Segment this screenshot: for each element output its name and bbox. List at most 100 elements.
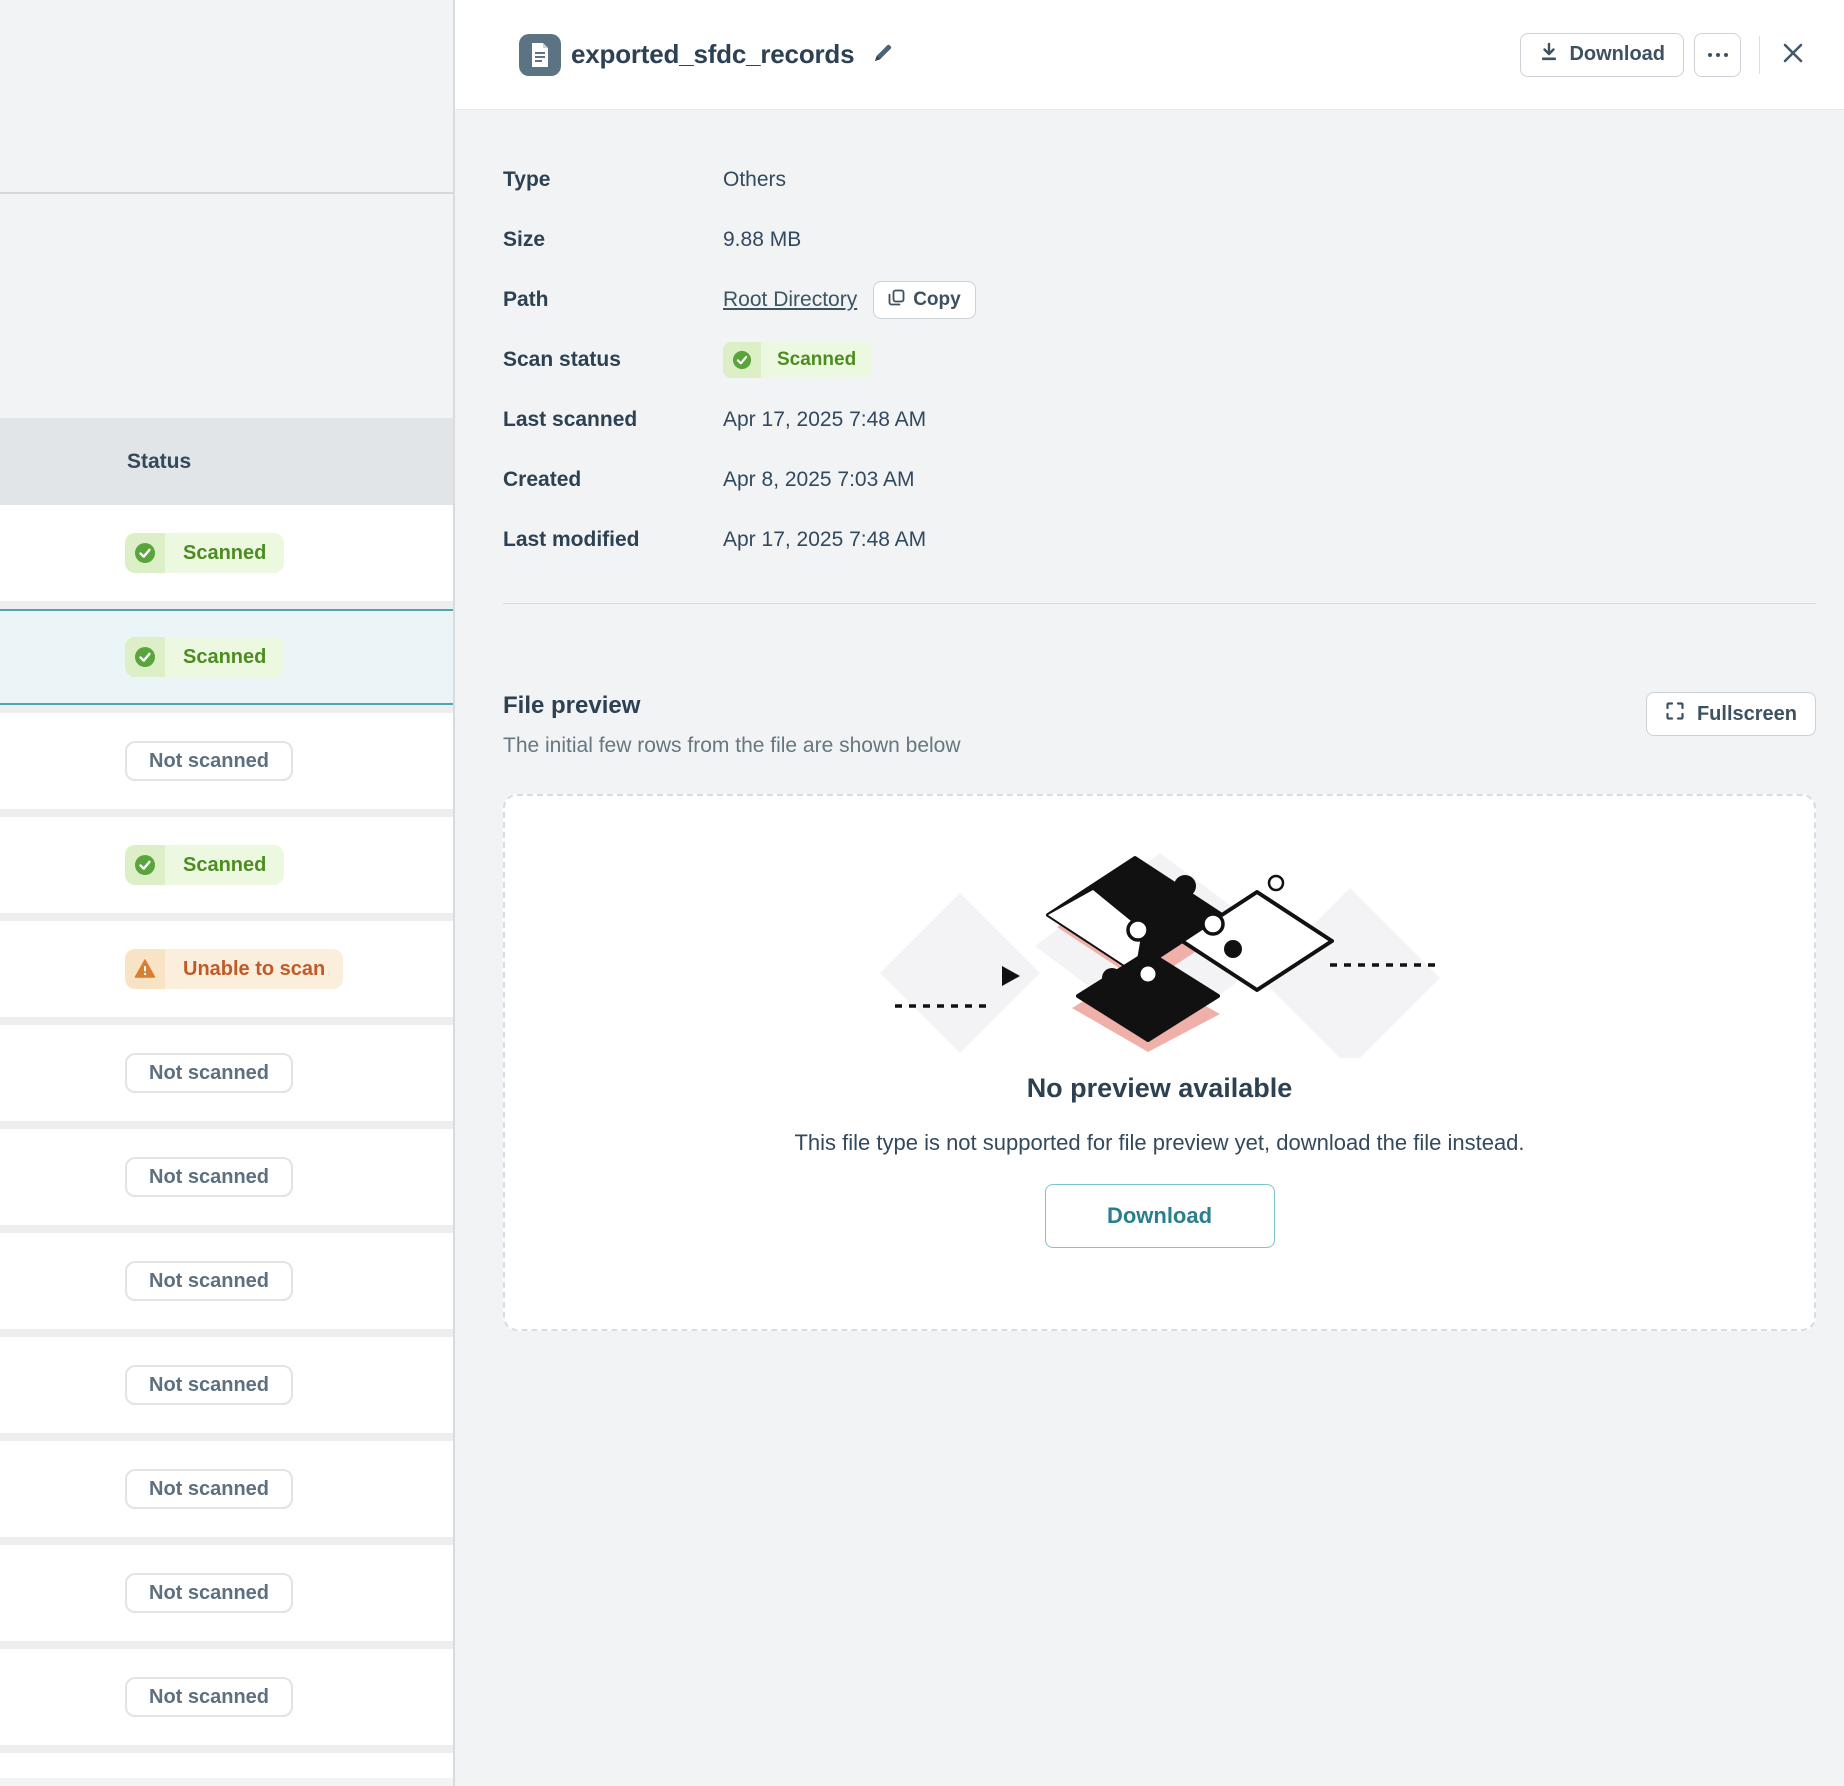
detail-value: Apr 8, 2025 7:03 AM — [723, 468, 914, 492]
close-icon — [1778, 38, 1808, 71]
check-circle-icon — [723, 342, 761, 378]
status-badge-scanned: Scanned — [125, 637, 284, 677]
puzzle-illustration — [880, 828, 1440, 1058]
copy-icon — [888, 289, 905, 312]
copy-button-label: Copy — [913, 289, 961, 311]
table-row[interactable]: Not scanned — [0, 1337, 453, 1433]
status-badge-not-scanned: Not scanned — [125, 1677, 293, 1717]
detail-label: Size — [503, 228, 723, 252]
status-badge-label: Scanned — [165, 637, 284, 677]
scan-status-badge-label: Scanned — [761, 342, 872, 378]
status-badge-not-scanned: Not scanned — [125, 1573, 293, 1613]
status-badge-label: Not scanned — [149, 1478, 269, 1501]
status-column-label: Status — [127, 450, 191, 474]
status-badge-not-scanned: Not scanned — [125, 1157, 293, 1197]
table-rows: Scanned Scanned Not scanned — [0, 505, 453, 1778]
table-row[interactable]: Not scanned — [0, 1545, 453, 1641]
detail-label: Last modified — [503, 528, 723, 552]
status-badge-label: Not scanned — [149, 1062, 269, 1085]
table-row[interactable]: Not scanned — [0, 1129, 453, 1225]
status-badge-not-scanned: Not scanned — [125, 1469, 293, 1509]
detail-row-size: Size 9.88 MB — [503, 210, 1816, 270]
root-directory-link[interactable]: Root Directory — [723, 288, 857, 312]
status-column-header[interactable]: Status — [0, 418, 453, 505]
detail-value: Apr 17, 2025 7:48 AM — [723, 528, 926, 552]
file-preview-subtitle: The initial few rows from the file are s… — [503, 734, 961, 758]
check-circle-icon — [125, 637, 165, 677]
status-badge-label: Scanned — [165, 845, 284, 885]
table-row[interactable]: Not scanned — [0, 1233, 453, 1329]
file-details-panel: exported_sfdc_records Download — [455, 0, 1844, 1786]
detail-row-last-modified: Last modified Apr 17, 2025 7:48 AM — [503, 510, 1816, 570]
status-badge-not-scanned: Not scanned — [125, 741, 293, 781]
table-row[interactable]: Not scanned — [0, 1025, 453, 1121]
panel-content: Type Others Size 9.88 MB Path Root Direc… — [455, 110, 1844, 1331]
download-button-label: Download — [1569, 43, 1665, 66]
status-badge-scanned: Scanned — [125, 533, 284, 573]
ellipsis-icon — [1708, 53, 1728, 57]
fullscreen-button[interactable]: Fullscreen — [1646, 692, 1816, 736]
status-badge-label: Not scanned — [149, 1582, 269, 1605]
file-preview-title: File preview — [503, 692, 961, 720]
status-badge-not-scanned: Not scanned — [125, 1365, 293, 1405]
fullscreen-icon — [1665, 701, 1685, 727]
table-row[interactable]: Unable to scan — [0, 921, 453, 1017]
detail-row-last-scanned: Last scanned Apr 17, 2025 7:48 AM — [503, 390, 1816, 450]
files-table-partial: Status Scanned Scanned — [0, 0, 453, 1786]
detail-row-created: Created Apr 8, 2025 7:03 AM — [503, 450, 1816, 510]
table-top-divider — [0, 192, 453, 194]
status-badge-label: Unable to scan — [165, 949, 343, 989]
detail-label: Created — [503, 468, 723, 492]
file-preview-empty-state: No preview available This file type is n… — [503, 794, 1816, 1331]
file-details: Type Others Size 9.88 MB Path Root Direc… — [503, 150, 1816, 570]
close-panel-button[interactable] — [1774, 34, 1812, 75]
table-row-partial — [0, 1753, 453, 1778]
status-badge-scanned: Scanned — [125, 845, 284, 885]
detail-row-type: Type Others — [503, 150, 1816, 210]
file-icon — [519, 34, 561, 76]
header-divider — [1759, 36, 1760, 74]
table-row[interactable]: Scanned — [0, 817, 453, 913]
check-circle-icon — [125, 533, 165, 573]
status-badge-unable-to-scan: Unable to scan — [125, 949, 343, 989]
table-row[interactable]: Scanned — [0, 505, 453, 601]
detail-value: Apr 17, 2025 7:48 AM — [723, 408, 926, 432]
scan-status-badge: Scanned — [723, 342, 872, 378]
preview-download-button[interactable]: Download — [1045, 1184, 1275, 1248]
detail-label: Scan status — [503, 348, 723, 372]
table-row[interactable]: Not scanned — [0, 1441, 453, 1537]
detail-value: Others — [723, 168, 786, 192]
table-row[interactable]: Not scanned — [0, 1649, 453, 1745]
table-row-selected[interactable]: Scanned — [0, 609, 453, 705]
copy-path-button[interactable]: Copy — [873, 281, 976, 319]
status-badge-label: Not scanned — [149, 1686, 269, 1709]
download-icon — [1539, 42, 1559, 68]
header-actions: Download — [1520, 33, 1812, 77]
status-badge-label: Scanned — [165, 533, 284, 573]
detail-label: Type — [503, 168, 723, 192]
more-actions-button[interactable] — [1694, 33, 1741, 77]
panel-header: exported_sfdc_records Download — [455, 0, 1844, 110]
edit-title-button[interactable] — [872, 42, 894, 67]
file-preview-header: File preview The initial few rows from t… — [503, 692, 1816, 758]
warning-triangle-icon — [125, 949, 165, 989]
fullscreen-button-label: Fullscreen — [1697, 703, 1797, 726]
status-badge-label: Not scanned — [149, 750, 269, 773]
file-title: exported_sfdc_records — [571, 39, 854, 70]
table-row[interactable]: Not scanned — [0, 713, 453, 809]
status-badge-label: Not scanned — [149, 1166, 269, 1189]
download-button[interactable]: Download — [1520, 33, 1684, 77]
status-badge-not-scanned: Not scanned — [125, 1261, 293, 1301]
detail-row-scan-status: Scan status Scanned — [503, 330, 1816, 390]
check-circle-icon — [125, 845, 165, 885]
detail-row-path: Path Root Directory Copy — [503, 270, 1816, 330]
status-badge-label: Not scanned — [149, 1270, 269, 1293]
status-badge-not-scanned: Not scanned — [125, 1053, 293, 1093]
file-preview-titles: File preview The initial few rows from t… — [503, 692, 961, 758]
no-preview-message: This file type is not supported for file… — [794, 1130, 1524, 1156]
section-divider — [503, 603, 1816, 604]
screen: Status Scanned Scanned — [0, 0, 1844, 1786]
status-badge-label: Not scanned — [149, 1374, 269, 1397]
no-preview-title: No preview available — [1027, 1072, 1293, 1104]
pencil-icon — [872, 42, 894, 67]
